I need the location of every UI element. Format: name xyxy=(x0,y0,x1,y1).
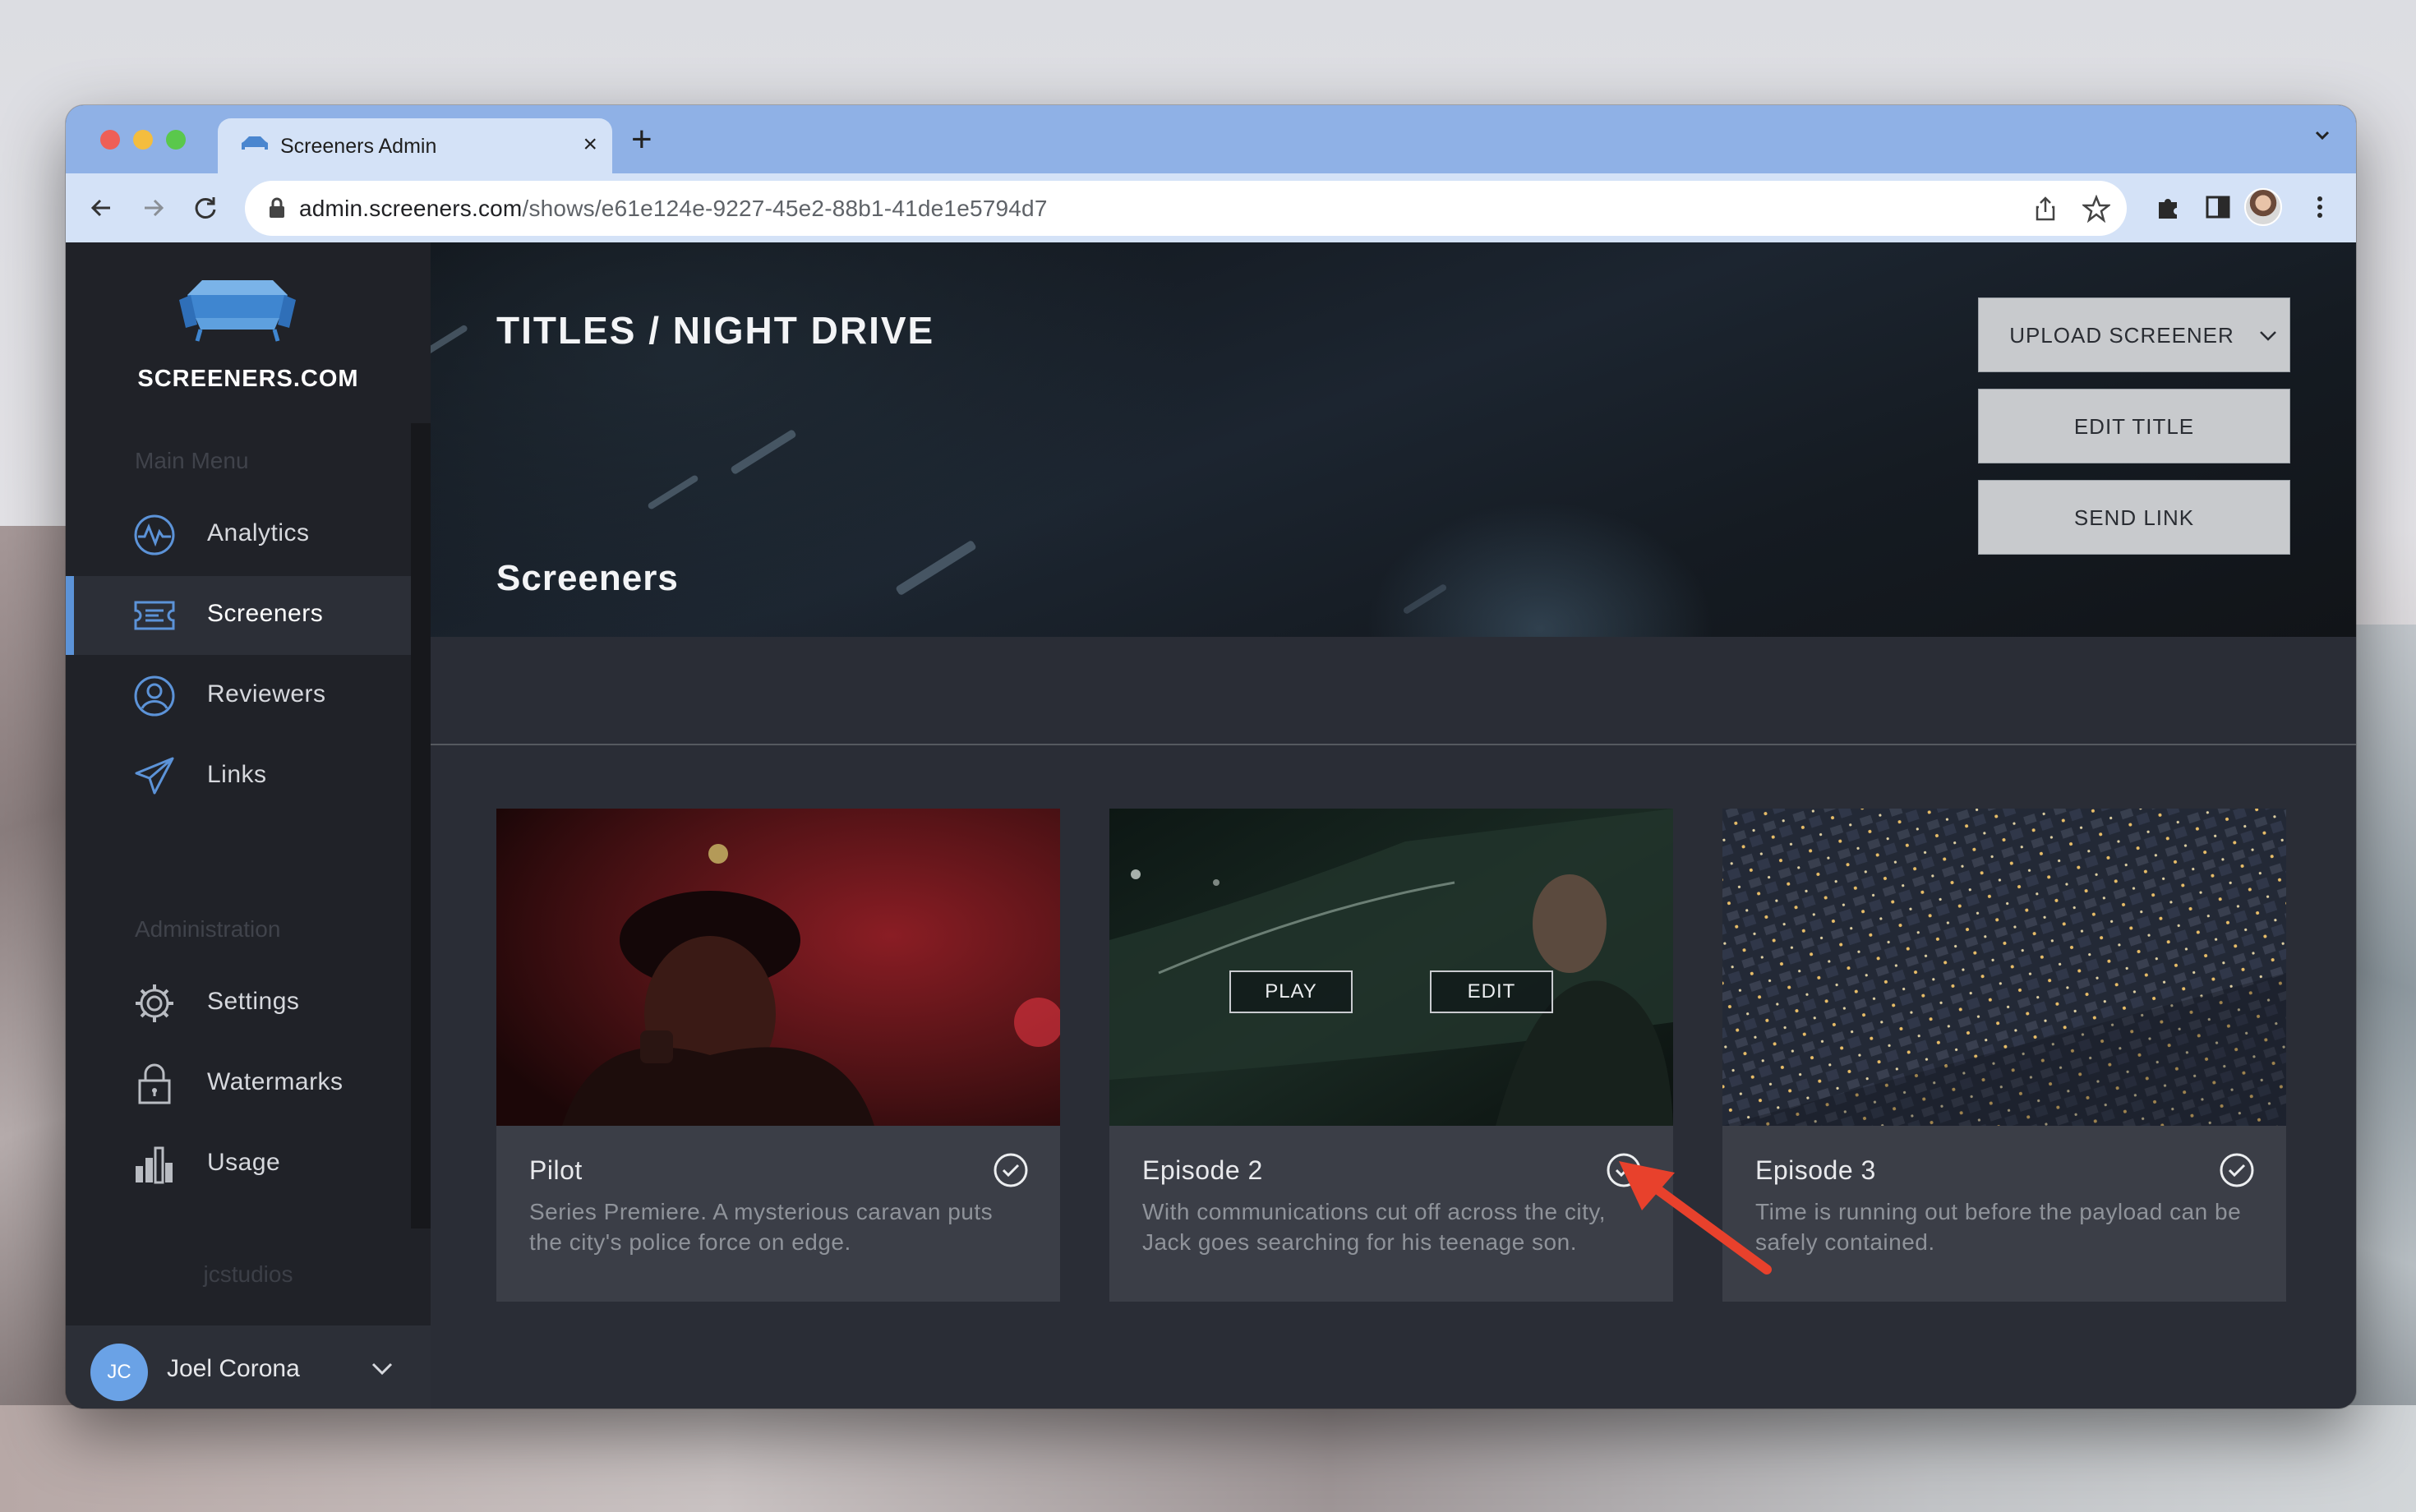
sidebar-item-label: Settings xyxy=(207,988,300,1015)
browser-tab[interactable]: Screeners Admin × xyxy=(218,118,612,173)
card-title: Pilot xyxy=(529,1155,583,1185)
lock-icon xyxy=(138,1063,171,1104)
url-host: admin.screeners.com xyxy=(299,196,523,221)
sidebar-item-label: Screeners xyxy=(207,600,324,627)
bookmark-star-icon[interactable] xyxy=(2082,195,2110,223)
user-circle-icon xyxy=(134,675,175,717)
more-vertical-icon[interactable] xyxy=(2305,192,2335,222)
sidebar-item-label: Links xyxy=(207,761,267,788)
sidebar: SCREENERS.COM Main Menu Analytics Screen… xyxy=(66,242,431,1408)
sofa-favicon-icon xyxy=(242,136,268,150)
card-title: Episode 2 xyxy=(1142,1155,1263,1185)
maximize-window-button[interactable] xyxy=(166,130,186,150)
analytics-icon xyxy=(134,514,175,555)
upload-screener-button[interactable]: UPLOAD SCREENER xyxy=(1978,297,2290,372)
url-path: /shows/e61e124e-9227-45e2-88b1-41de1e579… xyxy=(522,196,1048,221)
brand-name: SCREENERS.COM xyxy=(137,366,359,392)
minimize-window-button[interactable] xyxy=(133,130,153,150)
play-button[interactable]: PLAY xyxy=(1229,970,1353,1013)
card-description: With communications cut off across the c… xyxy=(1142,1199,1607,1255)
side-panel-icon[interactable] xyxy=(2203,192,2233,222)
ticket-icon xyxy=(134,601,175,630)
edit-button[interactable]: EDIT xyxy=(1430,970,1553,1013)
upload-screener-label: UPLOAD SCREENER xyxy=(2009,323,2234,348)
sidebar-item-links[interactable]: Links xyxy=(66,737,411,816)
sidebar-item-label: Analytics xyxy=(207,519,310,546)
edit-title-button[interactable]: EDIT TITLE xyxy=(1978,389,2290,463)
tab-search-chevron-icon[interactable] xyxy=(2310,123,2335,148)
check-circle-icon xyxy=(994,1153,1028,1187)
administration-heading: Administration xyxy=(135,916,281,942)
sidebar-item-label: Reviewers xyxy=(207,680,326,708)
card-description: Time is running out before the payload c… xyxy=(1755,1199,2242,1255)
tab-title: Screeners Admin xyxy=(280,135,437,158)
browser-window: Screeners Admin × + admin.screeners.com/… xyxy=(66,105,2356,1408)
paper-plane-icon xyxy=(135,757,174,795)
send-link-button[interactable]: SEND LINK xyxy=(1978,480,2290,555)
chevron-down-icon xyxy=(2260,331,2276,341)
desktop-wallpaper-bottom xyxy=(0,1405,2416,1512)
profile-avatar[interactable] xyxy=(2244,188,2282,226)
user-name: Joel Corona xyxy=(167,1355,300,1382)
sidebar-item-usage[interactable]: Usage xyxy=(66,1125,411,1204)
new-tab-button[interactable]: + xyxy=(631,122,652,158)
pilot-thumbnail xyxy=(496,809,1060,1126)
screeners-logo-icon xyxy=(179,280,296,342)
share-icon[interactable] xyxy=(2031,195,2059,223)
screener-card-episode-2[interactable]: PLAY EDIT Episode 2 With communications … xyxy=(1109,809,1673,1302)
reload-icon[interactable] xyxy=(189,191,222,224)
url-text: admin.screeners.com/shows/e61e124e-9227-… xyxy=(299,196,1048,222)
user-menu[interactable]: JC Joel Corona xyxy=(66,1325,431,1408)
screener-card-pilot[interactable]: Pilot Series Premiere. A mysterious cara… xyxy=(496,809,1060,1302)
extensions-puzzle-icon[interactable] xyxy=(2154,192,2183,222)
bar-chart-icon xyxy=(136,1146,173,1184)
address-bar[interactable]: admin.screeners.com/shows/e61e124e-9227-… xyxy=(245,181,2127,236)
chevron-down-icon[interactable] xyxy=(370,1358,394,1378)
sidebar-scrollbar[interactable] xyxy=(411,423,431,1228)
sidebar-item-settings[interactable]: Settings xyxy=(66,964,411,1043)
main-menu-heading: Main Menu xyxy=(135,448,249,473)
card-description: Series Premiere. A mysterious caravan pu… xyxy=(529,1199,994,1255)
check-circle-icon xyxy=(2220,1153,2254,1187)
browser-toolbar: admin.screeners.com/shows/e61e124e-9227-… xyxy=(66,173,2356,242)
annotation-arrow-icon xyxy=(1619,1161,1772,1275)
sidebar-item-label: Watermarks xyxy=(207,1068,343,1095)
tab-strip: Screeners Admin × + xyxy=(66,105,2356,173)
tab-close-icon[interactable]: × xyxy=(583,128,597,161)
section-title: Screeners xyxy=(496,558,679,598)
app-page: SCREENERS.COM Main Menu Analytics Screen… xyxy=(66,242,2356,1408)
episode-2-thumbnail xyxy=(1109,809,1673,1126)
sidebar-item-label: Usage xyxy=(207,1149,281,1176)
user-avatar: JC xyxy=(90,1344,148,1401)
breadcrumb: TITLES / NIGHT DRIVE xyxy=(496,309,935,352)
gear-icon xyxy=(136,984,173,1022)
back-arrow-icon[interactable] xyxy=(85,191,118,224)
lock-icon xyxy=(270,197,284,218)
screener-card-episode-3[interactable]: Episode 3 Time is running out before the… xyxy=(1722,809,2286,1302)
sidebar-item-watermarks[interactable]: Watermarks xyxy=(66,1044,411,1123)
close-window-button[interactable] xyxy=(100,130,120,150)
sidebar-item-analytics[interactable]: Analytics xyxy=(66,496,411,574)
forward-arrow-icon[interactable] xyxy=(136,191,169,224)
episode-3-thumbnail xyxy=(1722,809,2286,1126)
hero-divider xyxy=(431,744,2356,745)
tenant-name: jcstudios xyxy=(203,1261,293,1287)
sidebar-item-reviewers[interactable]: Reviewers xyxy=(66,657,411,735)
sidebar-item-screeners[interactable]: Screeners xyxy=(66,576,411,655)
